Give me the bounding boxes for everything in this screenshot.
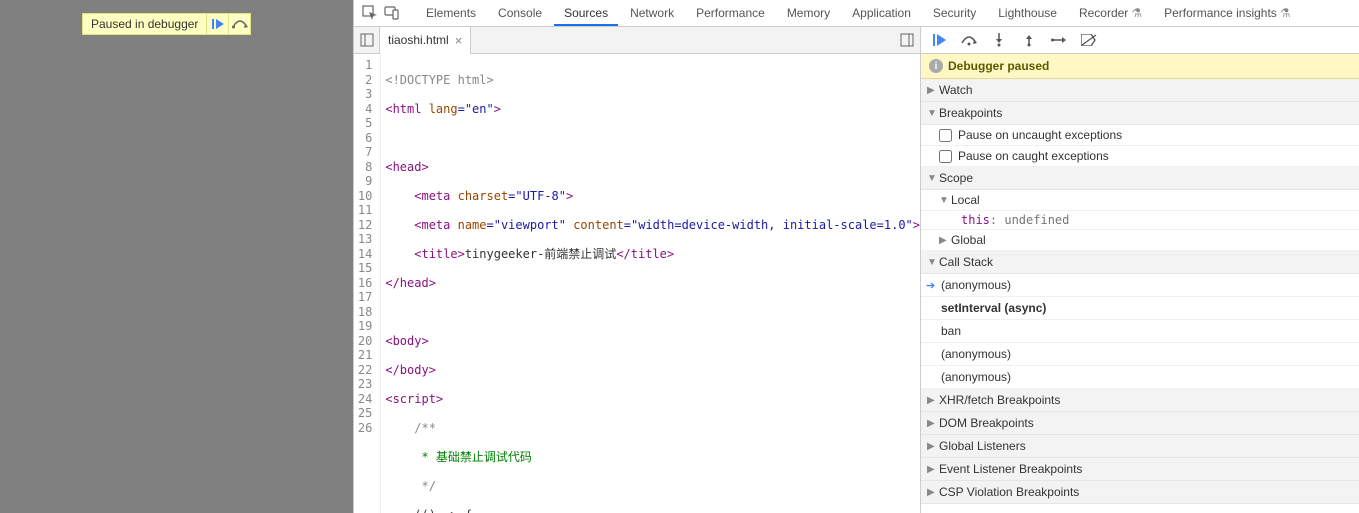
- tab-performance[interactable]: Performance: [686, 1, 775, 25]
- scope-local[interactable]: ▼Local: [921, 190, 1359, 211]
- stack-frame[interactable]: (anonymous): [921, 366, 1359, 389]
- info-icon: i: [929, 59, 943, 73]
- tab-perf-insights[interactable]: Performance insights⚗: [1154, 1, 1300, 25]
- section-scope[interactable]: ▼Scope: [921, 167, 1359, 190]
- stack-frame[interactable]: ban: [921, 320, 1359, 343]
- section-xhr[interactable]: ▶XHR/fetch Breakpoints: [921, 389, 1359, 412]
- section-global-listeners[interactable]: ▶Global Listeners: [921, 435, 1359, 458]
- deactivate-breakpoints-button[interactable]: [1081, 32, 1097, 48]
- step-over-button[interactable]: [961, 32, 977, 48]
- tab-network[interactable]: Network: [620, 1, 684, 25]
- debug-toolbar: [921, 27, 1359, 54]
- section-csp[interactable]: ▶CSP Violation Breakpoints: [921, 481, 1359, 504]
- section-dom[interactable]: ▶DOM Breakpoints: [921, 412, 1359, 435]
- overlay-step-button[interactable]: [229, 13, 251, 35]
- editor-column: tiaoshi.html × 1234567891011121314151617…: [354, 27, 921, 513]
- stack-async-label: setInterval (async): [921, 297, 1359, 320]
- paused-overlay: Paused in debugger: [82, 13, 251, 35]
- bp-uncaught-checkbox[interactable]: [939, 129, 952, 142]
- resume-button[interactable]: [931, 32, 947, 48]
- paused-banner: i Debugger paused: [921, 54, 1359, 79]
- tab-sources[interactable]: Sources: [554, 1, 618, 26]
- tab-security[interactable]: Security: [923, 1, 986, 25]
- tab-recorder[interactable]: Recorder⚗: [1069, 1, 1152, 25]
- code-lines: <!DOCTYPE html> <html lang="en"> <head> …: [381, 54, 920, 513]
- step-into-button[interactable]: [991, 32, 1007, 48]
- section-breakpoints[interactable]: ▼Breakpoints: [921, 102, 1359, 125]
- editor-more-icon[interactable]: [894, 33, 920, 47]
- inspect-icon[interactable]: [360, 3, 380, 23]
- bp-caught-row[interactable]: Pause on caught exceptions: [921, 146, 1359, 167]
- line-gutter: 1234567891011121314151617181920212223242…: [354, 54, 381, 513]
- tab-memory[interactable]: Memory: [777, 1, 840, 25]
- debugger-column: i Debugger paused ▶Watch ▼Breakpoints Pa…: [921, 27, 1359, 513]
- scope-global[interactable]: ▶Global: [921, 230, 1359, 251]
- paused-overlay-text: Paused in debugger: [82, 13, 207, 35]
- flask-icon: ⚗: [1131, 6, 1142, 20]
- overlay-resume-button[interactable]: [207, 13, 229, 35]
- scope-this: this: undefined: [921, 211, 1359, 230]
- flask-icon: ⚗: [1280, 6, 1291, 20]
- devtools-panel: Elements Console Sources Network Perform…: [353, 0, 1359, 513]
- section-event-listener[interactable]: ▶Event Listener Breakpoints: [921, 458, 1359, 481]
- stack-frame[interactable]: (anonymous): [921, 343, 1359, 366]
- file-tab-name: tiaoshi.html: [388, 33, 449, 47]
- code-editor[interactable]: 1234567891011121314151617181920212223242…: [354, 54, 920, 513]
- step-out-button[interactable]: [1021, 32, 1037, 48]
- file-tab[interactable]: tiaoshi.html ×: [380, 27, 471, 54]
- device-toggle-icon[interactable]: [382, 3, 402, 23]
- close-icon[interactable]: ×: [455, 33, 463, 48]
- step-button[interactable]: [1051, 32, 1067, 48]
- tab-elements[interactable]: Elements: [416, 1, 486, 25]
- tab-lighthouse[interactable]: Lighthouse: [988, 1, 1067, 25]
- page-viewport: Paused in debugger: [0, 0, 353, 513]
- editor-tabbar: tiaoshi.html ×: [354, 27, 920, 54]
- bp-uncaught-row[interactable]: Pause on uncaught exceptions: [921, 125, 1359, 146]
- devtools-tabbar: Elements Console Sources Network Perform…: [354, 0, 1359, 27]
- bp-caught-checkbox[interactable]: [939, 150, 952, 163]
- navigator-toggle-icon[interactable]: [354, 27, 380, 53]
- stack-frame-current[interactable]: (anonymous): [921, 274, 1359, 297]
- section-watch[interactable]: ▶Watch: [921, 79, 1359, 102]
- section-callstack[interactable]: ▼Call Stack: [921, 251, 1359, 274]
- tab-application[interactable]: Application: [842, 1, 921, 25]
- tab-console[interactable]: Console: [488, 1, 552, 25]
